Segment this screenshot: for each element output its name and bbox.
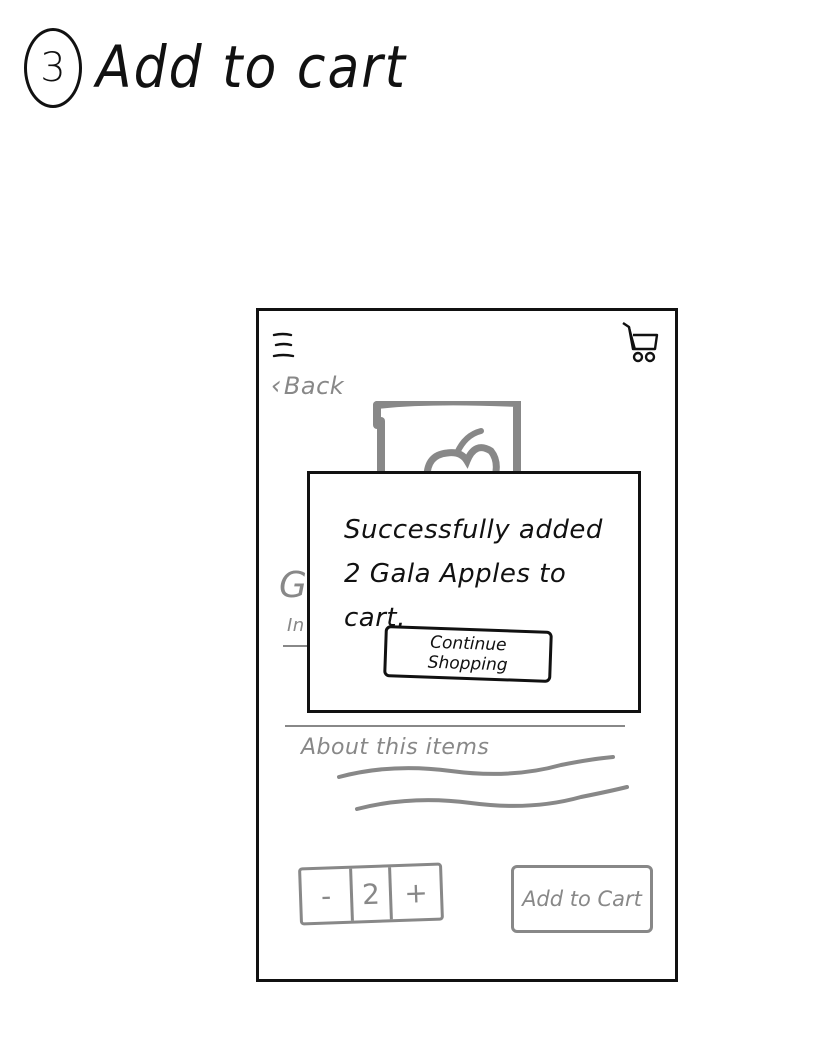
back-label: Back	[283, 372, 345, 400]
chevron-left-icon: ‹	[271, 371, 282, 401]
phone-frame: ‹Back G In About this items - 2 + Add to…	[256, 308, 678, 982]
product-name: G	[279, 565, 308, 606]
step-number-badge: 3	[24, 28, 82, 108]
step-heading: 3 Add to cart	[24, 24, 407, 112]
increment-button[interactable]: +	[391, 866, 441, 920]
product-image	[373, 401, 521, 481]
section-divider	[285, 725, 625, 727]
hamburger-menu-icon[interactable]	[271, 331, 297, 359]
step-title: Add to cart	[96, 34, 408, 102]
add-to-cart-button[interactable]: Add to Cart	[511, 865, 653, 933]
shopping-cart-icon[interactable]	[621, 319, 661, 363]
back-link[interactable]: ‹Back	[271, 371, 344, 401]
continue-shopping-button[interactable]: Continue Shopping	[383, 625, 553, 683]
quantity-stepper: - 2 +	[298, 862, 444, 926]
decrement-button[interactable]: -	[301, 869, 351, 923]
quantity-value: 2	[349, 867, 393, 921]
about-description-placeholder	[337, 755, 629, 811]
product-subtitle: In	[287, 615, 305, 636]
success-dialog: Successfully added 2 Gala Apples to cart…	[307, 471, 641, 713]
dialog-message: Successfully added 2 Gala Apples to cart…	[344, 515, 603, 633]
